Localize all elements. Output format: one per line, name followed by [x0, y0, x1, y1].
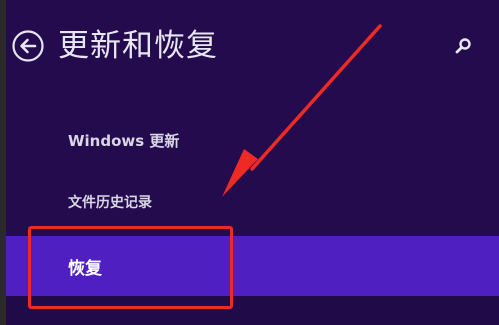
back-arrow-circle-icon: [12, 30, 44, 62]
nav-item-windows-update[interactable]: Windows 更新: [6, 124, 499, 156]
page-title: 更新和恢复: [58, 27, 218, 64]
nav-item-file-history[interactable]: 文件历史记录: [6, 186, 499, 218]
annotation-highlight-box: [28, 226, 233, 309]
nav-item-label: 文件历史记录: [68, 195, 152, 211]
header: 更新和恢复: [10, 22, 218, 70]
nav-item-label: Windows 更新: [68, 131, 180, 150]
search-button[interactable]: [451, 34, 475, 58]
back-button[interactable]: [10, 28, 46, 64]
search-icon: [455, 38, 471, 54]
settings-window: 更新和恢复 Windows 更新 文件历史记录 恢复: [0, 0, 499, 325]
